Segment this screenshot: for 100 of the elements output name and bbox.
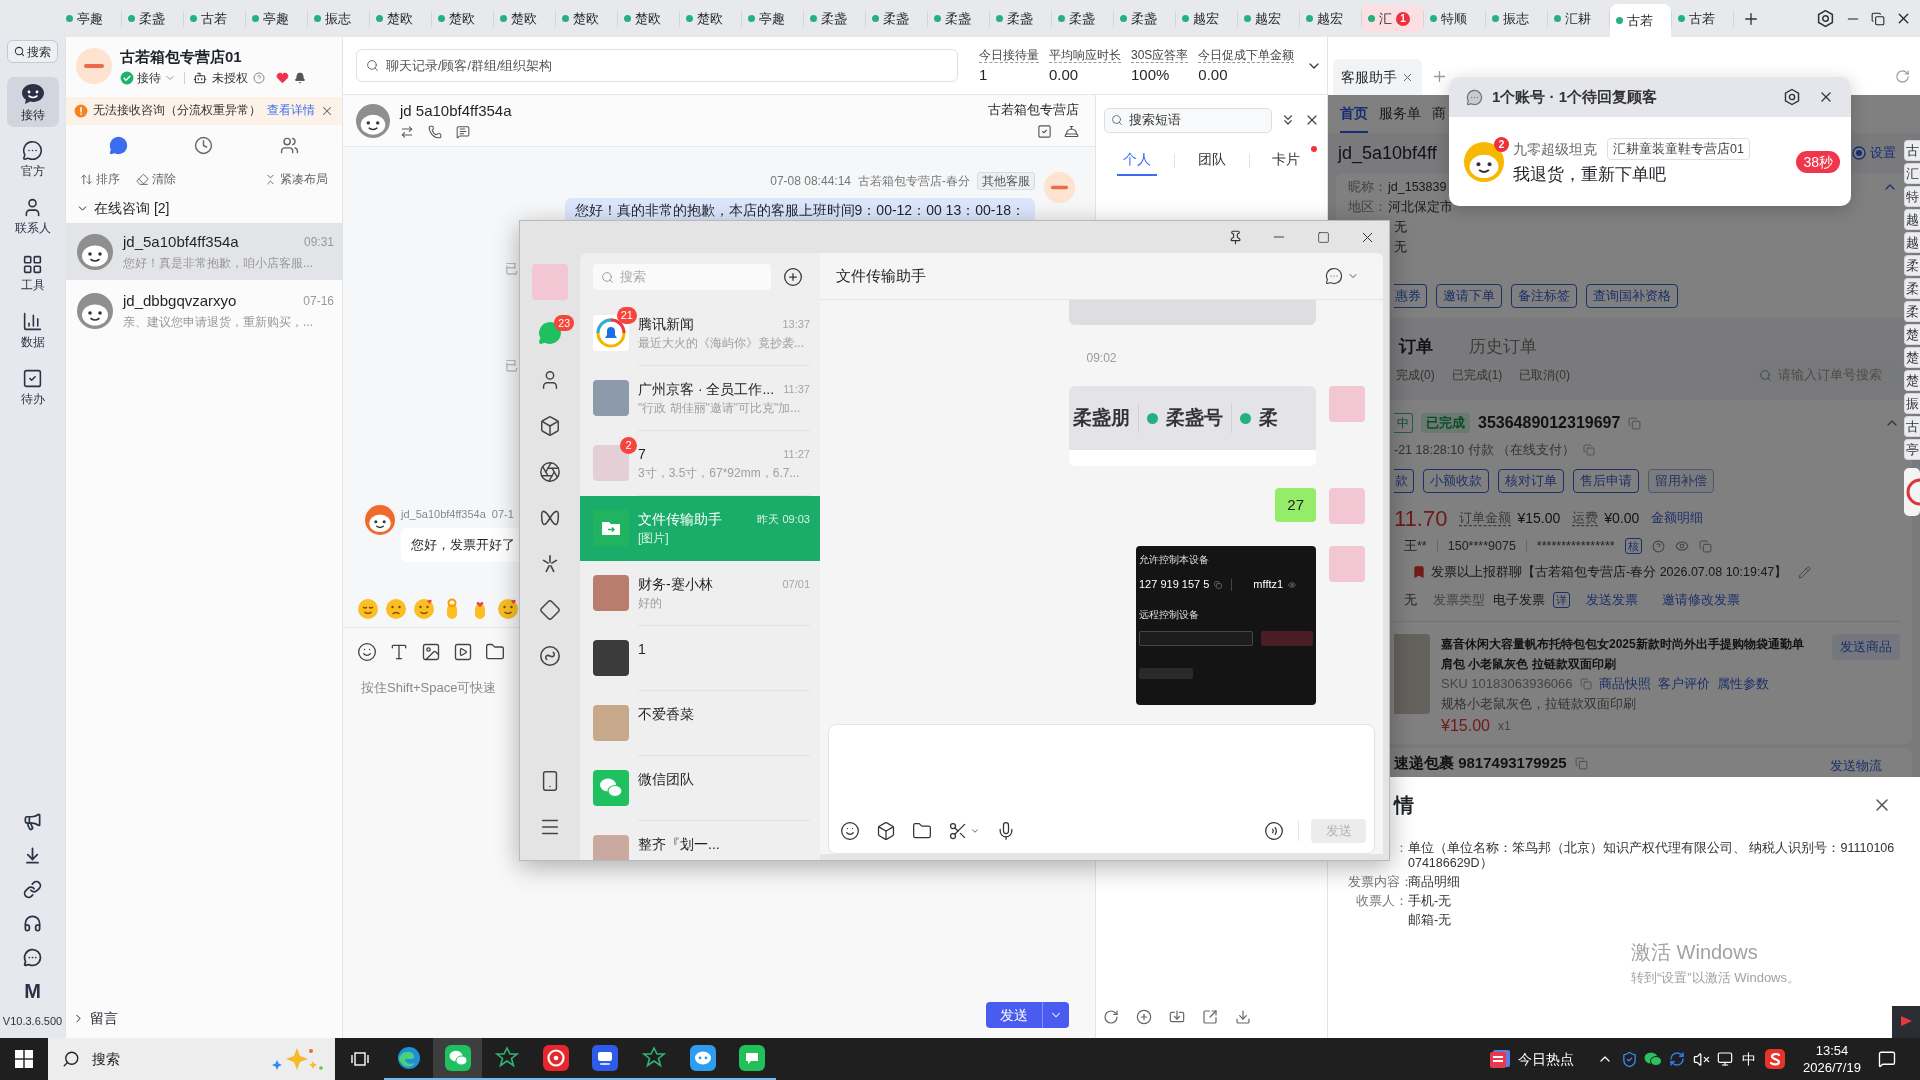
shop-tab[interactable]: 振志 (1486, 8, 1547, 29)
message-icon[interactable] (456, 125, 470, 139)
chat-list-item[interactable]: 广州京客 · 全员工作... 11:37 "行政 胡佳丽"邀请"可比克"加... (580, 366, 820, 431)
shop-tab[interactable]: 古若 (1672, 8, 1733, 29)
side-tab[interactable]: 亭 (1904, 439, 1920, 460)
shop-tab[interactable]: 古若 (184, 8, 245, 29)
pin-icon[interactable] (1227, 229, 1243, 245)
emoji-icon[interactable] (497, 597, 519, 620)
list-action-button[interactable]: 清除 (136, 170, 176, 188)
list-action-button[interactable]: 紧凑布局 (264, 170, 328, 188)
side-tab[interactable]: 柔 (1904, 255, 1920, 276)
maximize-icon[interactable] (1316, 230, 1330, 244)
chat-bubble-icon[interactable] (109, 135, 129, 155)
shop-tab[interactable]: 楚欧 (618, 8, 679, 29)
side-tab[interactable]: 振 (1904, 393, 1920, 414)
phrase-tab[interactable]: 个人 (1117, 146, 1158, 176)
people-icon[interactable] (279, 135, 299, 155)
nav-item[interactable]: 工具 (6, 248, 59, 298)
shop-tab[interactable]: 越宏 (1300, 8, 1361, 29)
shop-tab[interactable]: 亭趣 (742, 8, 803, 29)
folder-icon[interactable] (912, 821, 932, 841)
settings-icon[interactable] (1783, 88, 1801, 106)
chat-list-item[interactable]: 微信团队 (580, 756, 820, 821)
screenshot-image[interactable]: 允许控制本设备 127 919 157 5 mfftz1 远程控制设备 (1136, 546, 1316, 705)
side-tab[interactable]: 古 (1904, 416, 1920, 437)
phone-icon[interactable] (428, 125, 442, 139)
nav-item[interactable]: 数据 (6, 305, 59, 355)
shop-tab[interactable]: 楚欧 (556, 8, 617, 29)
shop-tab[interactable]: 亭趣 (246, 8, 307, 29)
refresh-icon[interactable] (1669, 1051, 1685, 1067)
settings-icon[interactable] (1816, 9, 1835, 28)
group-header[interactable]: 留言 (66, 1006, 342, 1030)
shop-tab[interactable]: 柔盏 (1114, 8, 1175, 29)
restore-icon[interactable] (1871, 11, 1885, 26)
side-tab[interactable]: 楚 (1904, 370, 1920, 391)
shop-tab[interactable]: 柔盏 (866, 8, 927, 29)
message-input[interactable]: 按住Shift+Space可快速 (361, 679, 511, 697)
chat-bubbles-icon[interactable] (1644, 1051, 1662, 1067)
nav-item[interactable]: 待办 (6, 362, 59, 412)
swirl-circle-icon[interactable] (539, 645, 561, 667)
caret-icon[interactable] (970, 826, 980, 836)
muted-speaker-icon[interactable] (1692, 1050, 1710, 1068)
chat-options-icon[interactable] (1325, 267, 1343, 285)
phrase-tab[interactable]: 团队 (1192, 146, 1232, 176)
notifications-icon[interactable] (1878, 1050, 1896, 1068)
external-link-icon[interactable] (1202, 1009, 1218, 1025)
bell-icon[interactable] (1064, 123, 1079, 139)
image-message[interactable]: 柔盏朋 柔盏号 柔 (1069, 386, 1316, 466)
side-tab[interactable]: 柔 (1904, 278, 1920, 299)
shop-tab[interactable]: 汇耕 (1548, 8, 1609, 29)
shop-tab[interactable]: 楚欧 (370, 8, 431, 29)
shop-tab[interactable]: 汇 1 (1362, 5, 1423, 32)
windows-logo-icon[interactable] (15, 1050, 33, 1068)
shop-tab[interactable]: 柔盏 (804, 8, 865, 29)
emoji-icon[interactable] (413, 597, 435, 620)
send-button[interactable]: 发送 (986, 1002, 1042, 1028)
app-logo-letter[interactable]: M (24, 974, 41, 1008)
tray-arrow-in-icon[interactable] (1169, 1009, 1185, 1025)
refresh-icon[interactable] (1895, 69, 1910, 84)
emoji-icon[interactable] (385, 597, 407, 620)
search-field[interactable]: 聊天记录/顾客/群组/组织架构 (356, 49, 958, 82)
folder-icon[interactable] (485, 642, 505, 662)
smile-icon[interactable] (840, 821, 860, 841)
side-tab[interactable]: 越 (1904, 209, 1920, 230)
status-dropdown[interactable]: 接待 (120, 70, 176, 85)
scissors-icon[interactable] (948, 821, 968, 841)
voice-icon[interactable] (1264, 821, 1284, 841)
checkbox-icon[interactable] (1037, 123, 1052, 139)
aperture-icon[interactable] (539, 461, 561, 483)
help-icon[interactable] (1651, 539, 1665, 553)
swap-arrows-icon[interactable] (400, 125, 414, 139)
chat-list-item[interactable]: 21 腾讯新闻 13:37 最近大火的《海屿你》竟抄袭... (580, 301, 820, 366)
shield-icon[interactable] (1620, 1050, 1638, 1068)
shop-tab[interactable]: 楚欧 (680, 8, 741, 29)
shop-tab[interactable]: 柔盏 (928, 8, 989, 29)
nav-tab[interactable]: 商 (1432, 95, 1446, 133)
clock-time[interactable]: 13:54 (1815, 1042, 1849, 1059)
diamond-icon[interactable] (539, 599, 561, 621)
chat-list-item[interactable]: 整齐『划一... (580, 821, 820, 860)
search-field[interactable]: 搜索 (593, 264, 771, 290)
link-icon[interactable] (23, 879, 42, 899)
chat-list-item[interactable]: 1 (580, 626, 820, 691)
document-icon[interactable] (1490, 1049, 1512, 1069)
input-method-indicator[interactable]: 中 (1737, 1048, 1761, 1070)
details-link[interactable]: 查看详情 (267, 102, 315, 120)
conversation-item[interactable]: jd_5a10bf4ff354a 09:31 您好！真是非常抱歉，咱小店客服... (66, 223, 342, 280)
side-tab[interactable]: 楚 (1904, 347, 1920, 368)
order-tab[interactable]: 订单 (1399, 334, 1433, 360)
shop-tab[interactable]: 亭趣 (60, 8, 121, 29)
cube-icon[interactable] (876, 821, 896, 841)
shop-tab[interactable]: 柔盏 (122, 8, 183, 29)
heart-icon[interactable] (276, 71, 289, 84)
plus-circle-icon[interactable] (1136, 1009, 1152, 1025)
nav-item[interactable]: 联系人 (6, 191, 59, 241)
monitor-icon[interactable] (1717, 1051, 1733, 1067)
search-button[interactable]: 搜索 (7, 40, 58, 63)
assistant-tab[interactable]: 客服助手 (1333, 59, 1422, 95)
side-tab[interactable]: 特 (1904, 186, 1920, 207)
shop-tab[interactable]: 特顺 (1424, 8, 1485, 29)
side-tab[interactable]: 古 (1904, 140, 1920, 161)
